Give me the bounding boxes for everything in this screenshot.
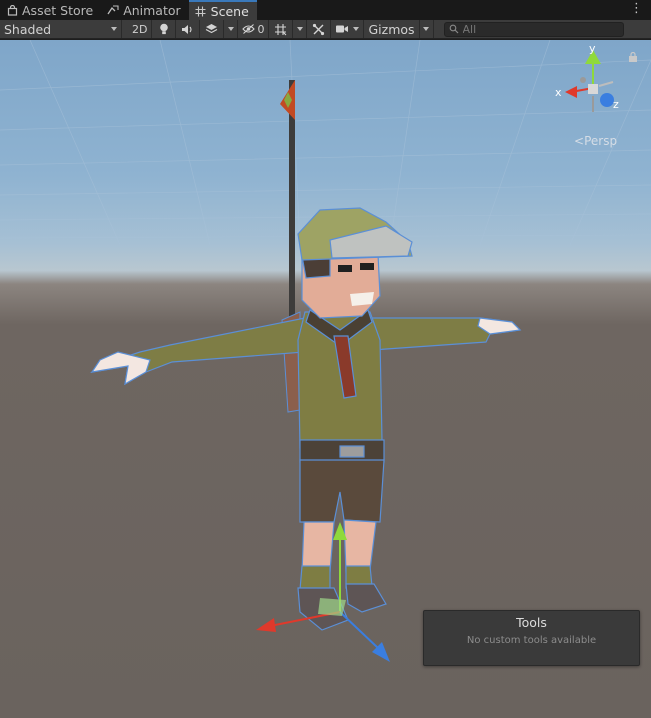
shading-mode-value: Shaded <box>4 21 52 37</box>
toggle-2d-button[interactable]: 2D <box>128 20 153 38</box>
camera-settings-button[interactable] <box>331 20 365 38</box>
shopping-bag-icon <box>6 4 18 16</box>
tools-toggle-button[interactable] <box>307 20 332 38</box>
axis-x-label: x <box>555 86 562 99</box>
chevron-down-icon <box>353 27 360 31</box>
speaker-icon <box>182 24 193 34</box>
chevron-down-icon <box>111 27 117 31</box>
scene-search-field[interactable] <box>443 21 624 37</box>
scene-visibility-button[interactable]: 0 <box>238 20 270 38</box>
grid-toggle-button[interactable] <box>269 20 294 38</box>
grid-hash-icon <box>195 5 207 17</box>
tab-asset-store[interactable]: Asset Store <box>0 0 101 20</box>
tab-label: Asset Store <box>22 2 94 18</box>
chevron-down-icon <box>296 27 303 31</box>
more-options-icon[interactable]: ⋮ <box>630 2 643 16</box>
grid-dropdown-button[interactable] <box>293 20 308 38</box>
persp-arrow-icon: < <box>574 134 585 148</box>
layers-effects-icon <box>206 24 218 34</box>
effects-dropdown-button[interactable] <box>224 20 239 38</box>
projection-label: Persp <box>584 134 618 148</box>
hidden-eye-icon <box>242 24 256 34</box>
axis-z-label: z <box>613 98 619 111</box>
flag-pole <box>280 80 295 330</box>
tab-animator[interactable]: Animator <box>101 0 188 20</box>
projection-toggle[interactable]: <Persp <box>574 134 617 148</box>
lock-icon[interactable] <box>628 52 638 62</box>
gizmos-button[interactable]: Gizmos <box>364 20 420 38</box>
orientation-gizmo[interactable]: y x z <box>553 46 633 126</box>
chevron-down-icon <box>423 27 430 31</box>
lighting-toggle-button[interactable] <box>152 20 177 38</box>
tab-label: Animator <box>123 2 181 18</box>
audio-toggle-button[interactable] <box>176 20 201 38</box>
chevron-down-icon <box>227 27 234 31</box>
tools-overlay-message: No custom tools available <box>466 635 597 646</box>
gizmos-dropdown-button[interactable] <box>420 20 434 38</box>
video-camera-icon <box>336 25 349 33</box>
shading-mode-dropdown[interactable]: Shaded <box>0 20 122 38</box>
search-input[interactable] <box>462 22 613 36</box>
tab-scene[interactable]: Scene <box>188 0 257 20</box>
tools-overlay-title: Tools <box>516 615 547 630</box>
toggle-2d-label: 2D <box>132 22 148 36</box>
scene-viewport[interactable]: y x z <Persp Tools No custom tools avail… <box>0 40 651 718</box>
gizmos-label: Gizmos <box>368 21 415 37</box>
window-tab-bar: Asset Store Animator Scene ⋮ <box>0 0 651 20</box>
hidden-count: 0 <box>257 22 265 36</box>
grid-icon <box>275 23 287 35</box>
lightbulb-icon <box>160 23 168 35</box>
character-model[interactable] <box>90 207 522 631</box>
effects-toggle-button[interactable] <box>200 20 225 38</box>
animator-icon <box>107 4 119 16</box>
axis-y-label: y <box>589 46 596 55</box>
tools-overlay-panel: Tools No custom tools available <box>423 610 640 666</box>
tab-label: Scene <box>210 3 249 19</box>
tools-wrench-icon <box>313 23 325 35</box>
scene-toolbar: Shaded 2D 0 Gizmos <box>0 20 651 39</box>
search-icon <box>449 24 458 34</box>
